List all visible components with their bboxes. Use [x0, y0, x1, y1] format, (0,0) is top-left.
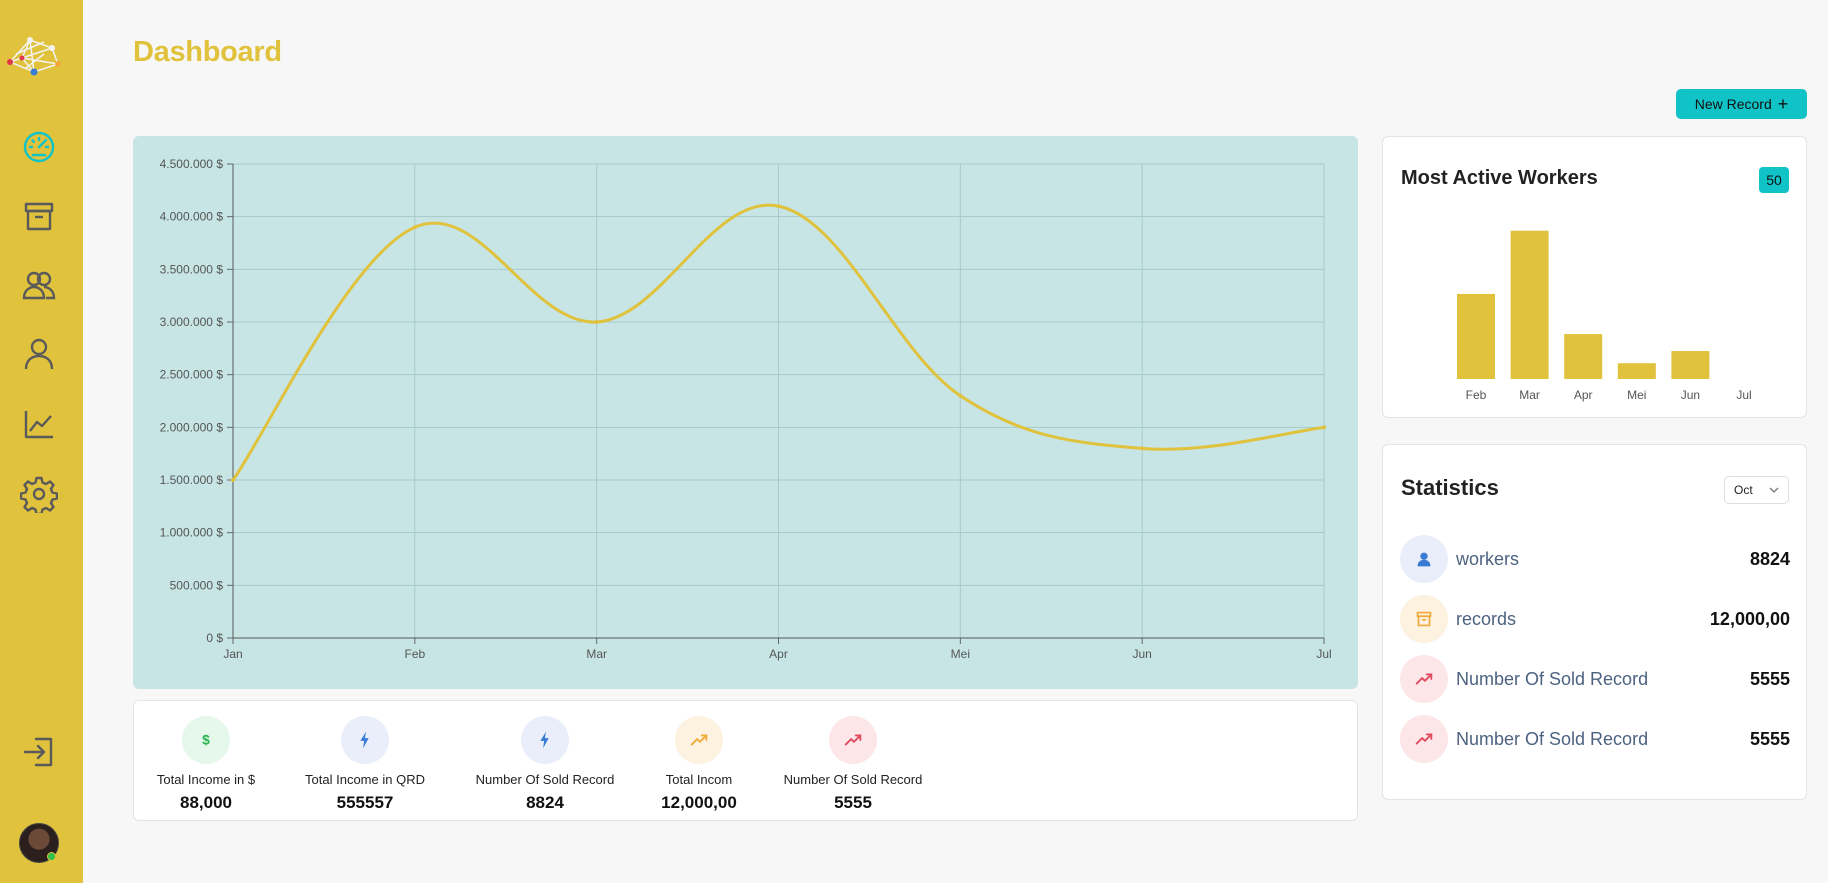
y-tick-label: 4.000.000 $	[160, 210, 224, 224]
y-tick-label: 4.500.000 $	[160, 157, 224, 171]
income-line-chart: 0 $ 500.000 $ 1.000.000 $ 1.500.000 $ 2.000.…	[133, 136, 1358, 689]
data-point	[594, 320, 599, 324]
x-tick-label: Jun	[1132, 647, 1151, 661]
y-tick-label: 1.500.000 $	[160, 473, 224, 487]
statistics-row-value: 8824	[1749, 548, 1790, 569]
trend-up-icon	[675, 716, 723, 764]
data-point	[1322, 425, 1326, 430]
period-select[interactable]: Oct	[1724, 476, 1789, 504]
archive-icon	[1400, 595, 1448, 643]
kpi-value: 88,000	[180, 793, 232, 812]
archive-icon[interactable]	[20, 197, 58, 235]
y-tick-label: 500.000 $	[170, 578, 224, 592]
users-icon[interactable]	[20, 266, 58, 304]
statistics-row: Number Of Sold Record 5555	[1400, 655, 1790, 703]
bar-category-label: Mar	[1519, 388, 1540, 402]
lightning-icon	[341, 716, 389, 764]
kpi-item: Total Income in QRD 555557	[295, 716, 435, 813]
y-tick-label: 3.000.000 $	[160, 315, 224, 329]
online-status-dot	[47, 852, 56, 861]
kpi-label: Total Income in $	[156, 772, 256, 787]
statistics-row-label: Number Of Sold Record	[1456, 668, 1649, 689]
statistics-card: Statistics Oct workers 8824 records 12,000,…	[1382, 444, 1807, 800]
sidebar	[0, 0, 83, 883]
bar-category-label: Jun	[1681, 388, 1700, 402]
y-tick-label: 1.000.000 $	[160, 526, 224, 540]
data-point	[776, 204, 781, 209]
worker-bar	[1617, 363, 1656, 379]
gear-icon[interactable]	[19, 475, 59, 516]
chart-line-icon[interactable]	[20, 405, 58, 443]
dollar-icon: $	[182, 716, 230, 764]
new-record-button[interactable]: New Record +	[1676, 89, 1807, 119]
kpi-item: Total Incom 12,000,00	[629, 716, 769, 813]
x-tick-label: Mar	[586, 647, 607, 661]
trend-up-icon	[829, 716, 877, 764]
x-tick-label: Apr	[769, 647, 788, 661]
kpi-label: Total Incom	[665, 772, 733, 787]
svg-text:$: $	[202, 733, 210, 748]
logout-icon[interactable]	[20, 733, 58, 771]
y-tick-label: 2.000.000 $	[160, 420, 224, 434]
chart-grid	[227, 163, 1325, 644]
worker-bar	[1671, 351, 1710, 379]
user-icon	[1400, 535, 1448, 583]
statistics-row-value: 12,000,00	[1709, 608, 1790, 629]
bar-category-label: Mei	[1627, 388, 1646, 402]
chevron-down-icon	[1769, 487, 1779, 493]
statistics-row-value: 5555	[1749, 728, 1790, 749]
network-logo-icon	[4, 32, 64, 78]
plus-icon: +	[1777, 94, 1789, 114]
user-icon[interactable]	[20, 335, 58, 373]
x-tick-label: Mei	[951, 647, 970, 661]
statistics-row-label: records	[1456, 608, 1517, 629]
bar-category-label: Apr	[1574, 388, 1593, 402]
bar-category-label: Jul	[1736, 388, 1751, 402]
kpi-value: 12,000,00	[661, 793, 737, 812]
statistics-row-label: Number Of Sold Record	[1456, 728, 1649, 749]
kpi-label: Number Of Sold Record	[475, 772, 615, 787]
kpi-value: 555557	[336, 793, 394, 812]
trend-up-icon	[1400, 655, 1448, 703]
x-tick-label: Feb	[404, 647, 425, 661]
data-point	[412, 225, 417, 230]
x-tick-label: Jan	[223, 647, 242, 661]
statistics-row: workers 8824	[1400, 535, 1790, 583]
y-tick-label: 0 $	[206, 631, 223, 645]
most-active-workers-card: Most Active Workers 50 Feb Mar Apr Mei Jun Ju…	[1382, 136, 1807, 418]
kpi-value: 8824	[526, 793, 564, 812]
kpi-item: Number Of Sold Record 5555	[783, 716, 923, 813]
kpi-value: 5555	[834, 793, 872, 812]
speedometer-icon[interactable]	[20, 128, 58, 166]
bar-category-label: Feb	[1466, 388, 1487, 402]
worker-bar	[1457, 293, 1495, 379]
period-select-value: Oct	[1734, 483, 1753, 497]
line-chart-svg: 0 $ 500.000 $ 1.000.000 $ 1.500.000 $ 2.000.…	[160, 157, 1332, 661]
kpi-item: Number Of Sold Record 8824	[475, 716, 615, 813]
kpi-summary-bar: $ Total Income in $ 88,000 Total Income in …	[133, 700, 1358, 821]
kpi-item: $ Total Income in $ 88,000	[136, 716, 276, 813]
statistics-row: records 12,000,00	[1400, 595, 1790, 643]
y-tick-label: 2.500.000 $	[160, 368, 224, 382]
data-point	[1140, 446, 1145, 451]
lightning-icon	[521, 716, 569, 764]
page-title: Dashboard	[133, 36, 282, 68]
new-record-label: New Record	[1694, 96, 1772, 112]
statistics-title: Statistics	[1401, 475, 1499, 500]
data-point	[231, 478, 235, 482]
kpi-label: Total Income in QRD	[305, 772, 425, 787]
kpi-label: Number Of Sold Record	[783, 772, 923, 787]
x-tick-label: Jul	[1316, 647, 1331, 661]
worker-bar	[1510, 230, 1549, 379]
worker-bar	[1564, 334, 1603, 379]
data-point	[958, 393, 963, 398]
statistics-row-value: 5555	[1749, 668, 1790, 689]
trend-up-icon	[1400, 715, 1448, 763]
statistics-row-label: workers	[1456, 548, 1520, 569]
workers-bar-chart: Feb Mar Apr Mei Jun Jul	[1457, 230, 1752, 402]
statistics-row: Number Of Sold Record 5555	[1400, 715, 1790, 763]
y-tick-label: 3.500.000 $	[160, 262, 224, 276]
